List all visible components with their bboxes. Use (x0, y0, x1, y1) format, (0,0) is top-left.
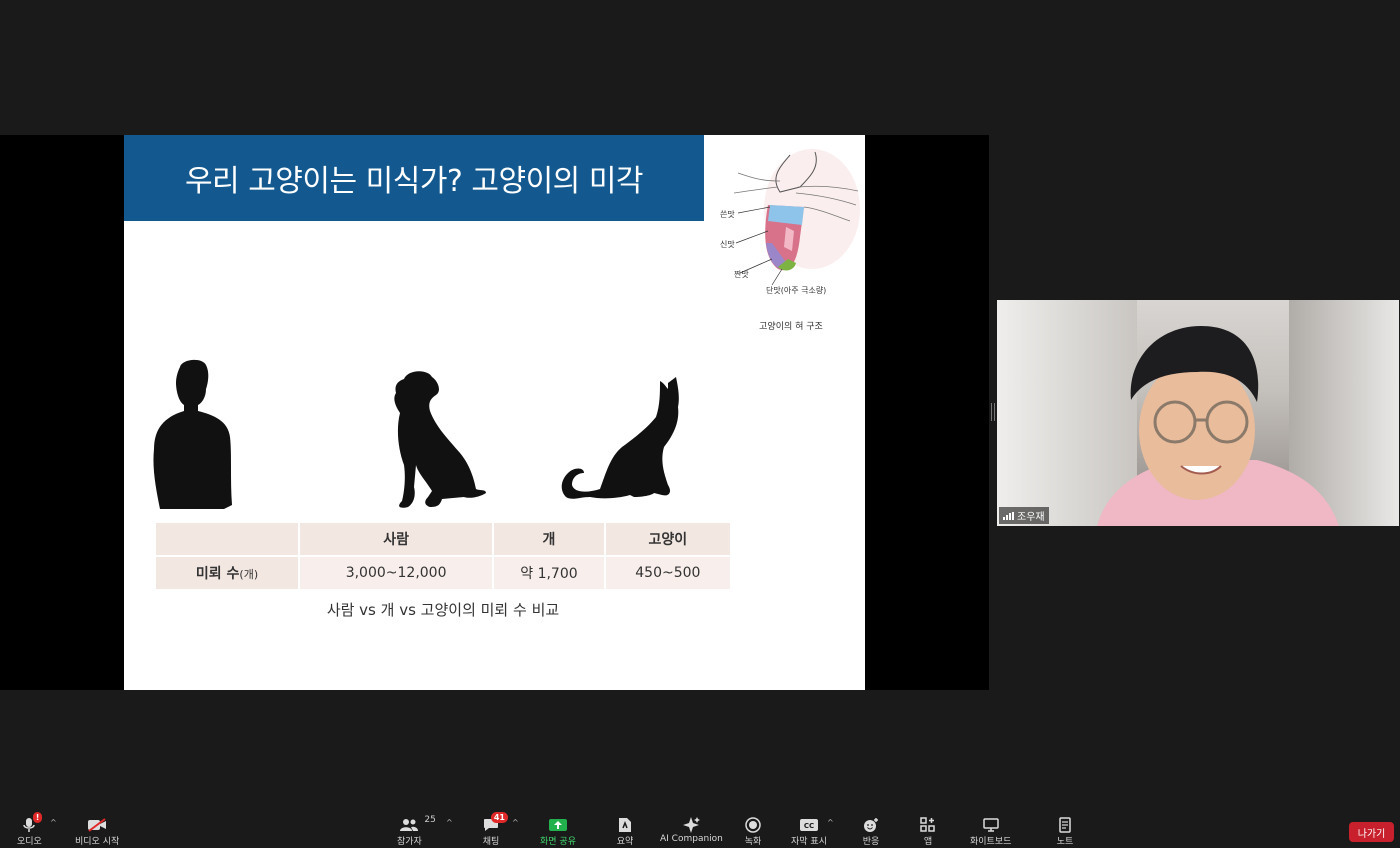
diagram-label-salty: 짠맛 (734, 269, 749, 279)
participant-name-tag: 조우재 (999, 507, 1049, 524)
meeting-toolbar: ! 오디오 ^ 비디오 시작 25 참가자 ^ 41 채팅 ^ 화면 공유 요약… (0, 808, 1400, 848)
audio-alert-badge: ! (32, 812, 43, 823)
audio-button[interactable]: ! 오디오 (17, 812, 43, 847)
captions-button[interactable]: CC 자막 표시 (791, 816, 827, 847)
presentation-slide: 우리 고양이는 미식가? 고양이의 미각 쓴맛 신맛 짠맛 단맛(아주 극소량)… (124, 135, 865, 690)
row-label-text: 미뢰 수 (195, 566, 240, 582)
participant-image (1097, 326, 1339, 526)
chat-button[interactable]: 41 채팅 (480, 812, 508, 847)
table-row: 미뢰 수(개) 3,000~12,000 약 1,700 450~500 (156, 557, 730, 589)
record-icon (742, 816, 764, 834)
microphone-icon: ! (18, 812, 43, 834)
notes-button[interactable]: 노트 (1054, 816, 1076, 847)
table-cell-dog: 약 1,700 (494, 557, 604, 589)
reactions-label: 반응 (862, 837, 880, 847)
table-cell-cat: 450~500 (605, 557, 730, 589)
audio-options-caret[interactable]: ^ (50, 818, 57, 827)
shared-screen: 우리 고양이는 미식가? 고양이의 미각 쓴맛 신맛 짠맛 단맛(아주 극소량)… (0, 135, 989, 690)
participants-icon: 25 (398, 815, 436, 834)
notes-label: 노트 (1056, 837, 1074, 847)
chat-label: 채팅 (482, 837, 500, 847)
participants-count: 25 (424, 815, 436, 825)
chat-icon: 41 (480, 812, 508, 834)
participants-label: 참가자 (397, 837, 422, 847)
participants-options-caret[interactable]: ^ (446, 818, 453, 827)
taste-bud-table: 사람 개 고양이 미뢰 수(개) 3,000~12,000 약 1,700 45… (154, 521, 732, 591)
chat-unread-badge: 41 (490, 812, 508, 823)
dog-silhouette (394, 371, 486, 508)
human-silhouette (153, 359, 232, 509)
video-off-icon (86, 816, 108, 834)
notes-icon (1054, 816, 1076, 834)
row-label-unit: (개) (239, 568, 259, 581)
leave-meeting-button[interactable]: 나가기 (1349, 822, 1394, 842)
apps-icon (917, 816, 939, 834)
diagram-label-sweet: 단맛(아주 극소량) (766, 285, 826, 295)
cat-silhouette (561, 377, 679, 499)
summary-label: 요약 (616, 837, 634, 847)
cat-tongue-diagram: 쓴맛 신맛 짠맛 단맛(아주 극소량) (720, 149, 860, 295)
ai-companion-button[interactable]: AI Companion (660, 816, 723, 844)
whiteboard-icon (980, 816, 1002, 834)
diagram-caption: 고양이의 혀 구조 (759, 322, 823, 332)
table-cell-human: 3,000~12,000 (300, 557, 493, 589)
table-row-label: 미뢰 수(개) (156, 557, 298, 589)
summary-icon (614, 816, 636, 834)
apps-label: 앱 (923, 837, 933, 847)
reactions-button[interactable]: 반응 (860, 816, 882, 847)
ai-companion-label: AI Companion (660, 834, 723, 844)
connection-signal-icon (1003, 511, 1014, 520)
sparkle-icon (680, 816, 702, 834)
table-corner-cell (156, 523, 298, 555)
apps-button[interactable]: 앱 (917, 816, 939, 847)
summary-button[interactable]: 요약 (614, 816, 636, 847)
video-label: 비디오 시작 (75, 837, 120, 847)
record-button[interactable]: 녹화 (742, 816, 764, 847)
whiteboard-label: 화이트보드 (970, 837, 1012, 847)
svg-text:CC: CC (804, 822, 814, 830)
closed-captions-icon: CC (798, 816, 820, 834)
whiteboard-button[interactable]: 화이트보드 (970, 816, 1011, 847)
share-screen-button[interactable]: 화면 공유 (540, 816, 576, 847)
share-screen-label: 화면 공유 (540, 837, 576, 847)
start-video-button[interactable]: 비디오 시작 (75, 816, 119, 847)
table-header-dog: 개 (494, 523, 604, 555)
participant-name: 조우재 (1017, 512, 1045, 523)
audio-label: 오디오 (17, 837, 42, 847)
table-header-cat: 고양이 (605, 523, 730, 555)
table-header-row: 사람 개 고양이 (156, 523, 730, 555)
table-caption: 사람 vs 개 vs 고양이의 미뢰 수 비교 (326, 601, 560, 619)
diagram-label-sour: 신맛 (720, 239, 735, 249)
slide-header: 우리 고양이는 미식가? 고양이의 미각 (124, 135, 704, 221)
participant-video-tile[interactable]: 조우재 (997, 300, 1399, 526)
reaction-smiley-icon (860, 816, 882, 834)
participants-button[interactable]: 25 참가자 (397, 815, 436, 847)
slide-title: 우리 고양이는 미식가? 고양이의 미각 (184, 164, 644, 199)
captions-options-caret[interactable]: ^ (827, 818, 834, 827)
chat-options-caret[interactable]: ^ (512, 818, 519, 827)
record-label: 녹화 (744, 837, 762, 847)
diagram-label-bitter: 쓴맛 (720, 209, 735, 219)
panel-resize-handle[interactable] (991, 403, 995, 421)
share-screen-icon (547, 816, 569, 834)
captions-label: 자막 표시 (791, 837, 827, 847)
table-header-human: 사람 (300, 523, 493, 555)
